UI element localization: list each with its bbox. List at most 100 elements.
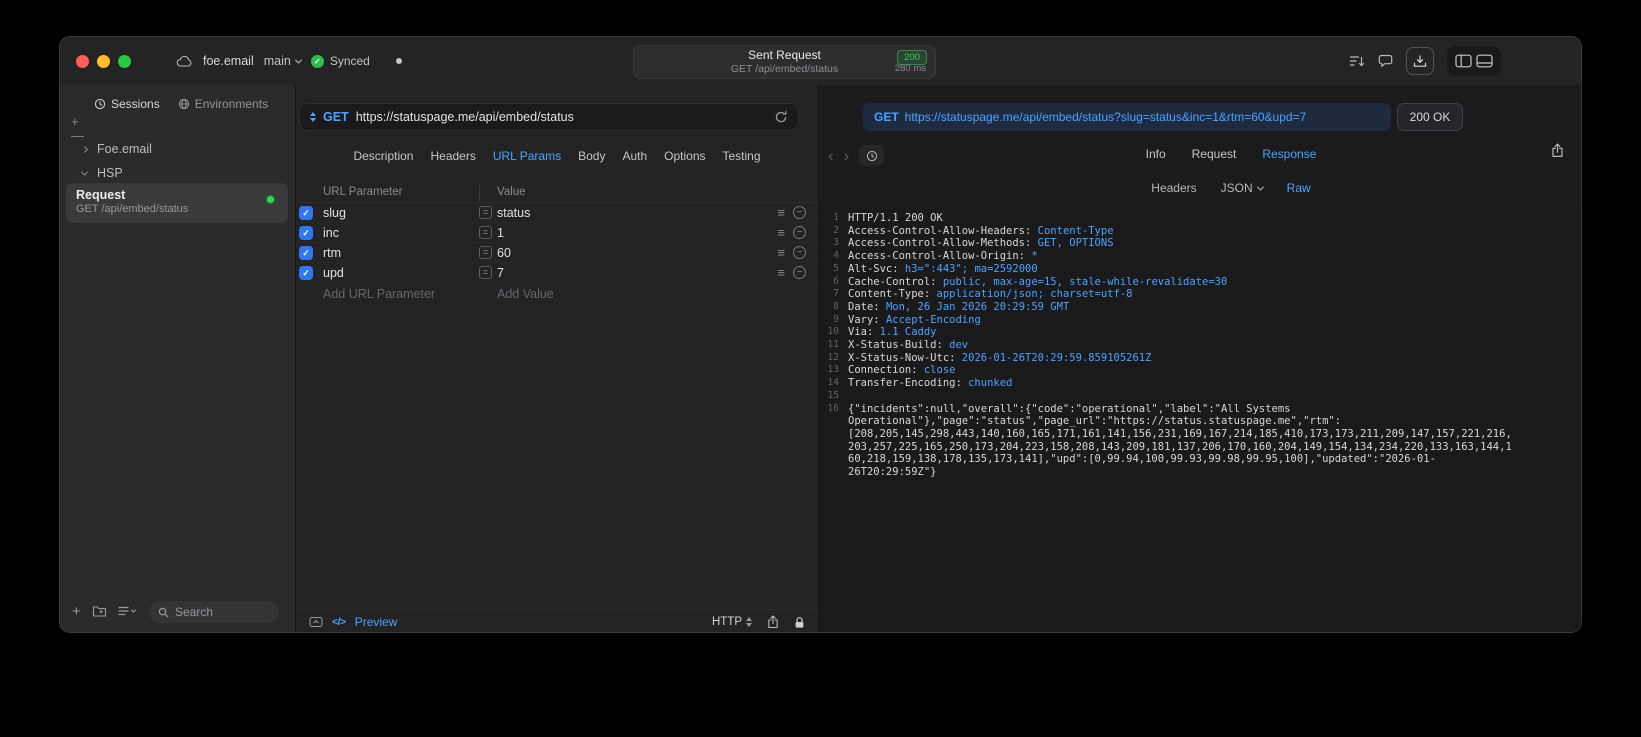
tab-options[interactable]: Options — [664, 149, 705, 163]
tab-url-params[interactable]: URL Params — [493, 149, 561, 163]
share-icon[interactable] — [767, 615, 779, 629]
project-name[interactable]: foe.email — [203, 54, 254, 68]
response-panel: GET https://statuspage.me/api/embed/stat… — [819, 85, 1581, 632]
console-panel-icon[interactable] — [309, 616, 323, 628]
remove-row-button[interactable]: − — [793, 246, 806, 259]
layout-toggle-group — [1447, 46, 1501, 76]
remove-row-button[interactable]: − — [793, 226, 806, 239]
param-row: ✓ inc = 1 ≡ − — [296, 223, 818, 243]
line-number: 3 — [833, 237, 839, 249]
tab-environments[interactable]: Environments — [178, 97, 268, 111]
line-number: 5 — [833, 262, 839, 274]
add-session-button[interactable]: + — [71, 115, 84, 128]
comments-icon[interactable] — [1378, 54, 1393, 68]
equals-icon: = — [479, 226, 492, 239]
subtab-headers[interactable]: Headers — [1151, 181, 1196, 195]
row-menu-icon[interactable]: ≡ — [777, 265, 785, 280]
code-line: 10 Via: 1.1 Caddy — [819, 326, 1581, 339]
tab-environments-label: Environments — [194, 97, 269, 111]
new-folder-icon[interactable] — [92, 605, 107, 618]
export-response-icon[interactable] — [1551, 143, 1564, 163]
param-row: ✓ slug = status ≡ − — [296, 203, 818, 223]
preview-button[interactable]: Preview — [355, 615, 398, 629]
row-menu-icon[interactable]: ≡ — [777, 225, 785, 240]
code-line: 14 Transfer-Encoding: chunked — [819, 377, 1581, 390]
left-sidebar-layout-icon[interactable] — [1455, 54, 1472, 68]
bottom-panel-layout-icon[interactable] — [1476, 54, 1493, 68]
param-value-input[interactable]: 1 — [497, 226, 504, 240]
minimize-window-button[interactable] — [97, 55, 110, 68]
request-summary-widget[interactable]: Sent Request GET /api/embed/status 200 2… — [633, 45, 936, 79]
param-checkbox[interactable]: ✓ — [299, 206, 313, 220]
tab-testing[interactable]: Testing — [723, 149, 761, 163]
param-name-input[interactable]: inc — [323, 226, 339, 240]
remove-row-button[interactable]: − — [793, 266, 806, 279]
row-menu-icon[interactable]: ≡ — [777, 245, 785, 260]
tree-group-hsp[interactable]: HSP — [60, 163, 295, 183]
sidebar-search[interactable] — [149, 601, 279, 623]
lock-icon[interactable] — [794, 616, 805, 629]
line-number: 9 — [833, 313, 839, 325]
param-checkbox[interactable]: ✓ — [299, 266, 313, 280]
code-line: 9 Vary: Accept-Encoding — [819, 313, 1581, 327]
tree-group-foe[interactable]: Foe.email — [60, 139, 295, 159]
method-picker-icon[interactable] — [310, 112, 316, 122]
tab-request[interactable]: Request — [1192, 147, 1237, 161]
branch-selector[interactable]: main — [263, 54, 302, 68]
tray-download-icon[interactable] — [1406, 47, 1434, 75]
sent-request-url[interactable]: GET https://statuspage.me/api/embed/stat… — [863, 103, 1391, 131]
param-value-input[interactable]: 7 — [497, 266, 504, 280]
sidebar: Sessions Environments + — Foe.email HSP … — [60, 85, 296, 632]
summary-subtitle: GET /api/embed/status — [730, 63, 839, 75]
zoom-window-button[interactable] — [118, 55, 131, 68]
add-param-row: Add URL Parameter Add Value — [296, 283, 818, 305]
sidebar-add-group: + — — [71, 115, 84, 142]
branch-name: main — [263, 54, 291, 68]
url-bar[interactable]: GET https://statuspage.me/api/embed/stat… — [299, 103, 799, 131]
tab-headers[interactable]: Headers — [430, 149, 475, 163]
add-request-button[interactable]: + — [72, 603, 81, 620]
method-label[interactable]: GET — [323, 110, 349, 124]
protocol-selector[interactable]: HTTP — [712, 616, 752, 628]
request-status-dot-icon — [266, 195, 275, 204]
remove-row-button[interactable]: − — [793, 206, 806, 219]
list-view-icon[interactable] — [118, 605, 138, 617]
tab-info[interactable]: Info — [1146, 147, 1166, 161]
protocol-label: HTTP — [711, 616, 742, 628]
tab-description[interactable]: Description — [353, 149, 413, 163]
sidebar-item-request[interactable]: Request GET /api/embed/status — [66, 183, 288, 223]
unsaved-dot-icon — [395, 58, 402, 64]
resend-refresh-icon[interactable] — [774, 110, 788, 124]
param-value-input[interactable]: 60 — [497, 246, 511, 260]
tab-body[interactable]: Body — [578, 149, 605, 163]
add-param-value-placeholder[interactable]: Add Value — [497, 287, 554, 301]
code-line: 4 Access-Control-Allow-Origin: * — [819, 250, 1581, 263]
line-number: 12 — [827, 351, 839, 363]
tree-group-hsp-label: HSP — [97, 166, 123, 180]
param-name-input[interactable]: slug — [323, 206, 346, 220]
add-param-name-placeholder[interactable]: Add URL Parameter — [323, 287, 435, 301]
tab-response[interactable]: Response — [1262, 147, 1316, 161]
param-checkbox[interactable]: ✓ — [299, 246, 313, 260]
close-window-button[interactable] — [76, 55, 89, 68]
request-tabs: Description Headers URL Params Body Auth… — [296, 149, 818, 163]
sync-status[interactable]: ✓ Synced — [310, 54, 370, 68]
param-name-input[interactable]: rtm — [323, 246, 341, 260]
cloud-icon — [176, 55, 193, 68]
param-value-input[interactable]: status — [497, 206, 530, 220]
line-number: 7 — [833, 288, 839, 300]
tab-sessions[interactable]: Sessions — [94, 97, 160, 111]
row-menu-icon[interactable]: ≡ — [777, 205, 785, 220]
subtab-raw[interactable]: Raw — [1287, 181, 1311, 195]
response-body[interactable]: 1 HTTP/1.1 200 OK 2 Access-Control-Allow-He… — [819, 205, 1581, 632]
url-input[interactable]: https://statuspage.me/api/embed/status — [356, 110, 574, 124]
line-content: Alt-Svc: h3=":443"; ma=2592000 — [848, 262, 1038, 275]
titlebar-toolbar — [1349, 46, 1501, 76]
sort-filter-icon[interactable] — [1349, 54, 1365, 68]
search-input[interactable] — [175, 605, 265, 619]
line-content: Vary: Accept-Encoding — [848, 313, 981, 326]
tab-auth[interactable]: Auth — [622, 149, 647, 163]
param-name-input[interactable]: upd — [323, 266, 344, 280]
param-checkbox[interactable]: ✓ — [299, 226, 313, 240]
subtab-json-dropdown[interactable]: JSON — [1221, 181, 1264, 195]
